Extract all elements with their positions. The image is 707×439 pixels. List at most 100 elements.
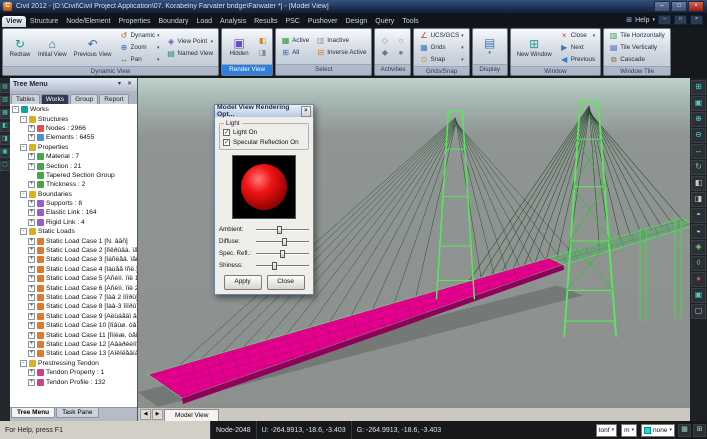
- expand-icon[interactable]: +: [28, 134, 35, 141]
- report-pane-icon[interactable]: ◨: [0, 135, 10, 145]
- all-button[interactable]: ⊞All: [279, 47, 311, 58]
- expand-icon[interactable]: +: [28, 332, 35, 339]
- tree-item-static-load-case-1[interactable]: +Static Load Case 1 [Ñ. ââñ]: [10, 236, 137, 245]
- snap-button[interactable]: ⊙Snap▾: [417, 54, 465, 65]
- expand-icon[interactable]: +: [28, 153, 35, 160]
- slider-thumb[interactable]: [272, 262, 277, 270]
- expand-icon[interactable]: +: [28, 219, 35, 226]
- tree-item-tendon-property-1[interactable]: +Tendon Property : 1: [10, 368, 137, 377]
- initial-view-button[interactable]: ⌂Initial View: [35, 30, 70, 65]
- tile-horizontally-button[interactable]: ▥Tile Horizontally: [607, 30, 667, 41]
- status-grid-icon[interactable]: ▦: [678, 424, 691, 437]
- iso-view-icon[interactable]: ◈: [691, 240, 706, 255]
- tree-item-static-loads[interactable]: -Static Loads: [10, 227, 137, 236]
- tree-item-static-load-case-2[interactable]: +Static Load Case 2 [Ïîêðûâà. ïåñ]: [10, 246, 137, 255]
- menu-tab-view[interactable]: View: [2, 16, 26, 27]
- new-window-button[interactable]: ⊞New Window: [514, 30, 555, 65]
- collapse-icon[interactable]: -: [20, 116, 27, 123]
- panel-menu-icon[interactable]: ▾: [115, 80, 124, 89]
- bottom-tab-task-pane[interactable]: Task Pane: [56, 408, 98, 418]
- shiness-slider[interactable]: [256, 261, 309, 270]
- zoom-out-icon[interactable]: ⊖: [691, 128, 706, 143]
- tree-tab-group[interactable]: Group: [70, 94, 98, 104]
- expand-icon[interactable]: +: [28, 238, 35, 245]
- shaded-render-button[interactable]: ◧: [256, 35, 269, 46]
- active-button[interactable]: ▦Active: [279, 35, 311, 46]
- collapse-icon[interactable]: -: [20, 144, 27, 151]
- tree-item-prestressing-tendon[interactable]: -Prestressing Tendon: [10, 359, 137, 368]
- tree-item-rigid-link-4[interactable]: +Rigid Link : 4: [10, 218, 137, 227]
- expand-icon[interactable]: +: [28, 313, 35, 320]
- tree-item-static-load-case-11[interactable]: +Static Load Case 11 [Ïîíèæ. òåìï]: [10, 330, 137, 339]
- expand-icon[interactable]: +: [28, 266, 35, 273]
- cascade-button[interactable]: ⧉Cascade: [607, 54, 667, 65]
- panel-close-icon[interactable]: ×: [125, 80, 134, 89]
- menu-tab-properties[interactable]: Properties: [115, 16, 155, 27]
- tree-item-static-load-case-3[interactable]: +Static Load Case 3 [Îáñëåä. ïåñ]: [10, 255, 137, 264]
- redraw-button[interactable]: ↻Redraw: [6, 30, 34, 65]
- tree-item-tendon-profile-132[interactable]: +Tendon Profile : 132: [10, 377, 137, 386]
- slider-thumb[interactable]: [277, 226, 282, 234]
- group-pane-icon[interactable]: ◧: [0, 122, 10, 132]
- tab-scroll-right-icon[interactable]: ▶: [152, 409, 163, 420]
- menu-tab-structure[interactable]: Structure: [26, 16, 62, 27]
- menu-tab-results[interactable]: Results: [250, 16, 281, 27]
- grids-button[interactable]: ▦Grids▾: [417, 42, 465, 53]
- model-view-canvas[interactable]: Model View Rendering Opt... × Light ✓Lig…: [138, 78, 690, 407]
- tree-item-static-load-case-9[interactable]: +Static Load Case 9 [Àëüáåäî âåòð]: [10, 312, 137, 321]
- minimize-button[interactable]: –: [654, 1, 670, 12]
- menu-tab-node-element[interactable]: Node/Element: [62, 16, 114, 27]
- unit-force-select[interactable]: tonf ▾: [596, 424, 617, 437]
- unit-length-select[interactable]: m ▾: [621, 424, 637, 437]
- expand-icon[interactable]: +: [28, 285, 35, 292]
- tree-item-static-load-case-4[interactable]: +Static Load Case 4 [Îáùåå îñë.]: [10, 265, 137, 274]
- slider-thumb[interactable]: [282, 238, 287, 246]
- collapse-icon[interactable]: -: [20, 228, 27, 235]
- expand-icon[interactable]: +: [28, 350, 35, 357]
- menu-tab-boundary[interactable]: Boundary: [155, 16, 193, 27]
- diffuse-slider[interactable]: [256, 237, 309, 246]
- hidden-button[interactable]: ▣Hidden: [225, 30, 253, 63]
- previous-button[interactable]: ◀Previous: [558, 54, 598, 65]
- expand-icon[interactable]: +: [28, 322, 35, 329]
- tab-scroll-left-icon[interactable]: ◀: [140, 409, 151, 420]
- wireframe-render-button[interactable]: ◨: [256, 47, 269, 58]
- tree-tab-works[interactable]: Works: [41, 94, 69, 104]
- activate-button[interactable]: ◇: [378, 35, 391, 46]
- tree-item-static-load-case-5-1[interactable]: +Static Load Case 5 [Àñèìì. ïîë 1]: [10, 274, 137, 283]
- tree-item-supports-8[interactable]: +Supports : 8: [10, 199, 137, 208]
- front-view-icon[interactable]: ◧: [691, 176, 706, 191]
- expand-icon[interactable]: +: [28, 209, 35, 216]
- hidden-surface-icon[interactable]: ▣: [691, 288, 706, 303]
- inactive-button[interactable]: ▥Inactive: [314, 35, 368, 46]
- tab-model-view[interactable]: Model View: [164, 409, 219, 421]
- menu-tab-tools[interactable]: Tools: [398, 16, 422, 27]
- expand-icon[interactable]: +: [28, 163, 35, 170]
- tree-pane-icon[interactable]: ▥: [0, 96, 10, 106]
- bottom-tab-tree-menu[interactable]: Tree Menu: [11, 408, 55, 418]
- tree-item-static-load-case-13[interactable]: +Static Load Case 13 [Ãîëîëåäíàÿ]: [10, 349, 137, 358]
- tree-item-works[interactable]: -Works: [10, 105, 137, 114]
- tree-tab-report[interactable]: Report: [99, 94, 129, 104]
- display-button[interactable]: ▤▾: [476, 30, 504, 63]
- pan-view-icon[interactable]: ↔: [691, 144, 706, 159]
- tree-item-elements-6455[interactable]: +Elements : 6455: [10, 133, 137, 142]
- expand-icon[interactable]: +: [28, 303, 35, 310]
- perspective-view-icon[interactable]: ◊: [691, 256, 706, 271]
- menu-tab-analysis[interactable]: Analysis: [216, 16, 250, 27]
- tree-item-section-21[interactable]: +Section : 21: [10, 161, 137, 170]
- close-button[interactable]: ×Close▾: [558, 30, 598, 41]
- pan-button[interactable]: ↔Pan▾: [118, 54, 162, 65]
- close-dialog-button[interactable]: Close: [267, 275, 305, 290]
- inverse-active-button[interactable]: ⊟Inverse Active: [314, 47, 368, 58]
- previous-activity-button[interactable]: ●: [394, 47, 407, 58]
- specular-reflection-on-checkbox[interactable]: ✓: [223, 139, 230, 146]
- ucs-gcs-button[interactable]: ∠UCS/GCS▾: [417, 30, 465, 41]
- menu-tab-load[interactable]: Load: [192, 16, 216, 27]
- expand-icon[interactable]: +: [28, 369, 35, 376]
- expand-icon[interactable]: +: [28, 181, 35, 188]
- apply-button[interactable]: Apply: [224, 275, 262, 290]
- dialog-close-icon[interactable]: ×: [301, 106, 311, 117]
- zoom-button[interactable]: ⊕Zoom▾: [118, 42, 162, 53]
- expand-icon[interactable]: +: [28, 275, 35, 282]
